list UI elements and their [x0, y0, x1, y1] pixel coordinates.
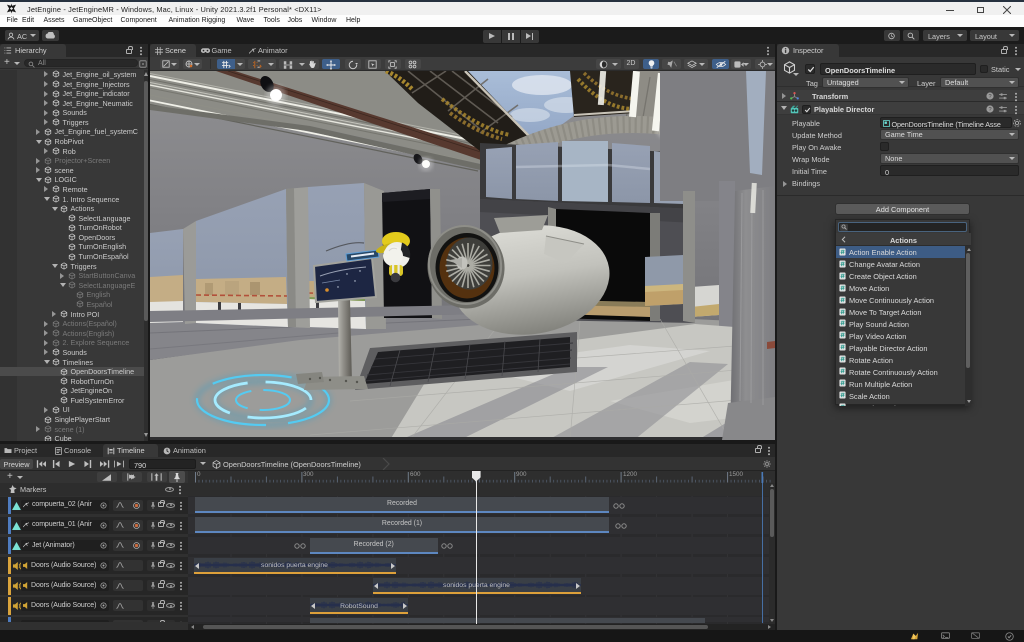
svg-text:?: ? — [988, 107, 991, 113]
svg-text:?: ? — [988, 94, 991, 100]
